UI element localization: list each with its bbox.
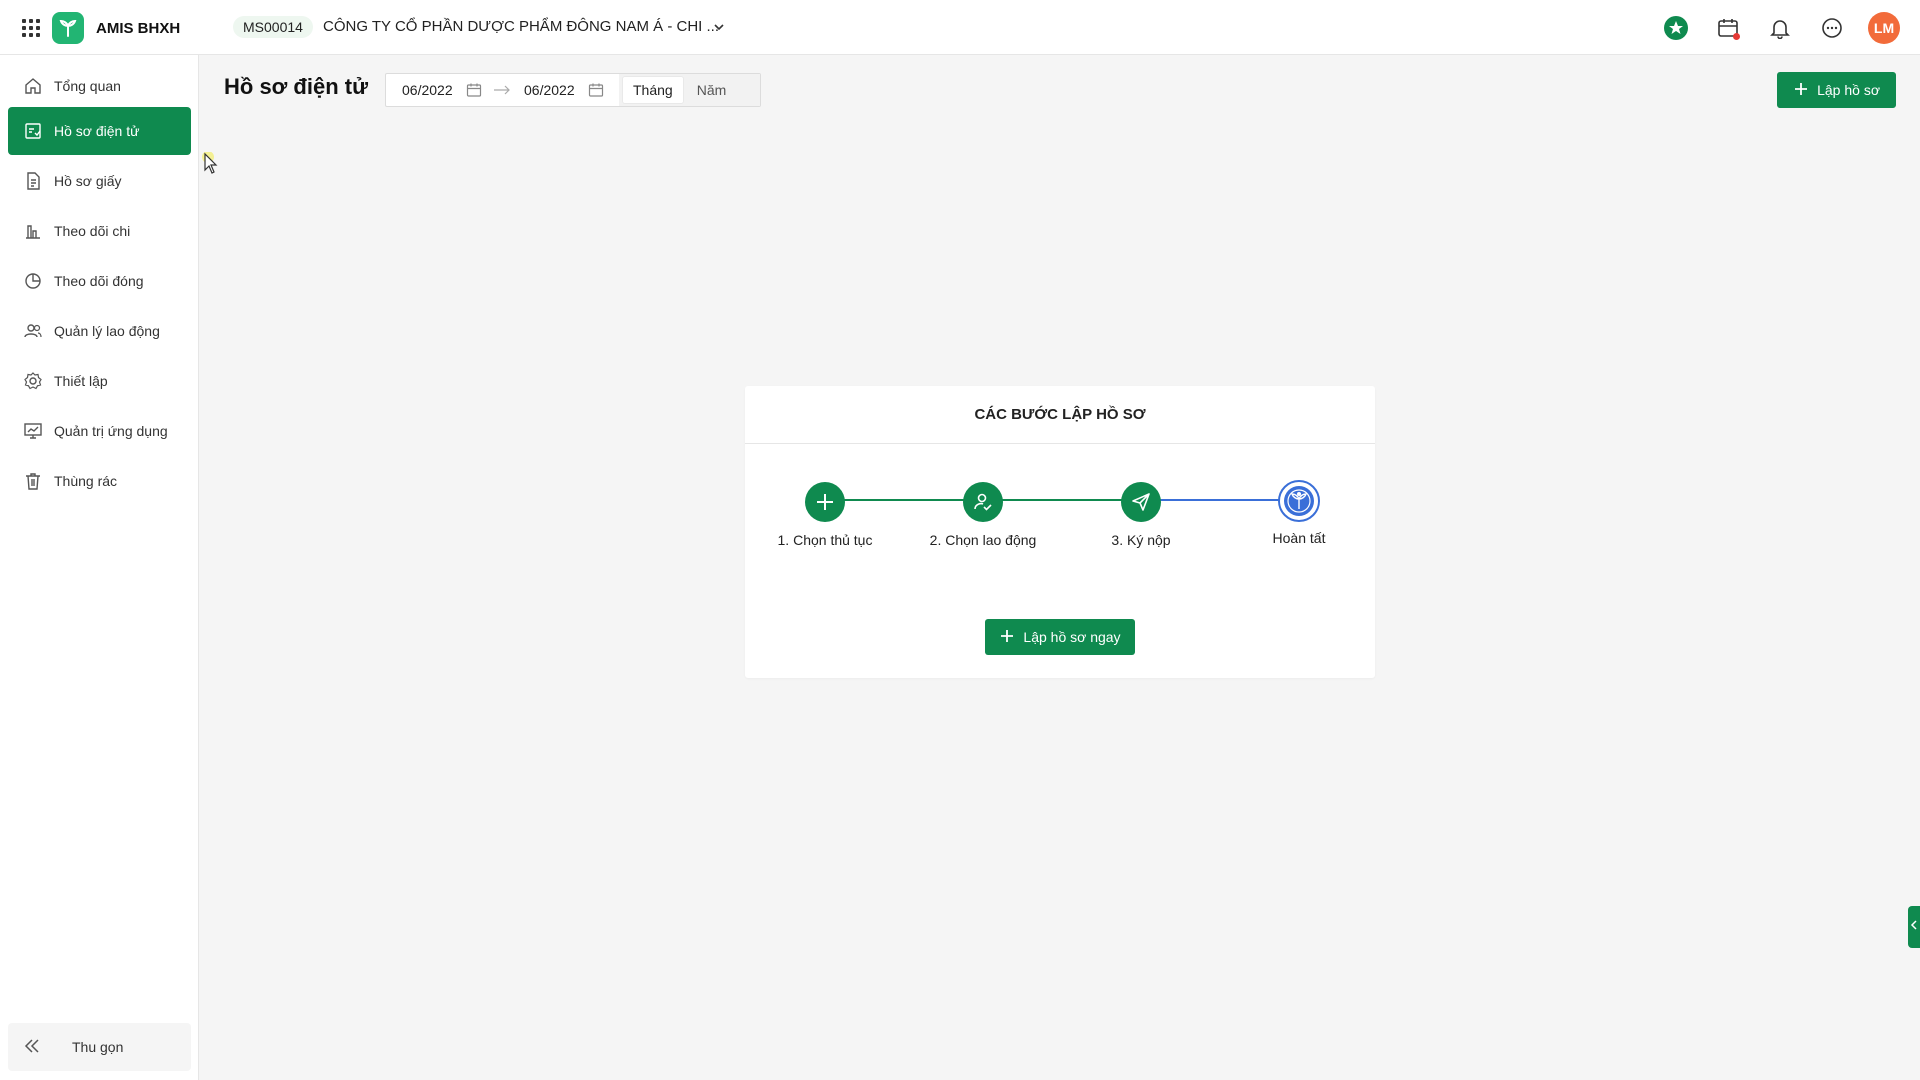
sidebar-item-quan-tri-ung-dung[interactable]: Quản trị ứng dụng <box>8 407 191 455</box>
date-to-input[interactable]: 06/2022 <box>524 82 575 98</box>
apps-grid-icon[interactable] <box>22 19 40 37</box>
monitor-chart-icon <box>22 420 44 442</box>
period-toggle: Tháng Năm <box>619 74 760 106</box>
pie-chart-icon <box>22 270 44 292</box>
step-label: 1. Chọn thủ tục <box>777 532 873 548</box>
top-bar: AMIS BHXH MS00014 CÔNG TY CỔ PHẦN DƯỢC P… <box>0 0 1920 55</box>
sidebar-item-label: Theo dõi chi <box>54 223 131 239</box>
sidebar-item-theo-doi-chi[interactable]: Theo dõi chi <box>8 207 191 255</box>
sidebar-item-label: Quản lý lao động <box>54 323 160 339</box>
collapse-sidebar-button[interactable]: Thu gọn <box>8 1023 191 1071</box>
paper-document-icon <box>22 170 44 192</box>
sidebar-item-ho-so-dien-tu[interactable]: Hồ sơ điện tử <box>8 107 191 155</box>
mouse-cursor-icon <box>202 151 222 181</box>
create-record-label: Lập hồ sơ <box>1817 82 1880 98</box>
step-complete: Hoàn tất <box>1234 480 1364 546</box>
plus-icon <box>999 628 1015 647</box>
calendar-icon[interactable] <box>1712 12 1744 44</box>
more-options-icon[interactable] <box>1816 12 1848 44</box>
user-avatar[interactable]: LM <box>1868 12 1900 44</box>
period-year-button[interactable]: Năm <box>687 77 737 103</box>
calendar-icon[interactable] <box>466 82 482 103</box>
home-icon <box>22 75 44 97</box>
sidebar: Tổng quan Hồ sơ điện tử Hồ sơ giấy Theo … <box>0 55 199 1080</box>
step-choose-employee: 2. Chọn lao động <box>918 482 1048 548</box>
company-name[interactable]: CÔNG TY CỔ PHẦN DƯỢC PHẨM ĐÔNG NAM Á - C… <box>323 18 719 35</box>
sidebar-item-label: Hồ sơ giấy <box>54 173 122 189</box>
create-now-button[interactable]: Lập hồ sơ ngay <box>985 619 1135 655</box>
sidebar-item-label: Thùng rác <box>54 473 118 489</box>
steps-card-title: CÁC BƯỚC LẬP HỒ SƠ <box>745 386 1375 444</box>
sidebar-item-quan-ly-lao-dong[interactable]: Quản lý lao động <box>8 307 191 355</box>
sidebar-item-label: Tổng quan <box>54 78 121 94</box>
chevron-down-icon[interactable] <box>712 20 726 39</box>
right-panel-toggle[interactable] <box>1908 906 1920 948</box>
sidebar-item-tong-quan[interactable]: Tổng quan <box>8 62 191 110</box>
send-icon <box>1121 482 1161 522</box>
step-label: 2. Chọn lao động <box>929 532 1037 548</box>
gear-icon <box>22 370 44 392</box>
sidebar-item-label: Theo dõi đóng <box>54 273 144 289</box>
sidebar-item-thung-rac[interactable]: Thùng rác <box>8 457 191 505</box>
user-check-icon <box>963 482 1003 522</box>
double-chevron-left-icon <box>22 1036 42 1059</box>
page-title: Hồ sơ điện tử <box>224 74 369 99</box>
step-label: Hoàn tất <box>1272 530 1326 546</box>
brand-logo-icon[interactable] <box>52 12 84 44</box>
brand-name: AMIS BHXH <box>96 20 181 37</box>
sidebar-item-label: Quản trị ứng dụng <box>54 423 168 439</box>
arrow-right-icon <box>493 82 511 103</box>
period-month-button[interactable]: Tháng <box>623 77 683 103</box>
bar-chart-icon <box>22 220 44 242</box>
sidebar-item-label: Thiết lập <box>54 373 108 389</box>
plus-icon <box>1793 81 1809 100</box>
step-choose-procedure: 1. Chọn thủ tục <box>760 482 890 548</box>
sidebar-item-ho-so-giay[interactable]: Hồ sơ giấy <box>8 157 191 205</box>
chevron-left-icon <box>1910 918 1918 936</box>
bhxh-logo-icon <box>1278 480 1320 522</box>
date-range-picker[interactable]: 06/2022 06/2022 Tháng Năm <box>385 73 761 107</box>
sidebar-item-theo-doi-dong[interactable]: Theo dõi đóng <box>8 257 191 305</box>
edocument-icon <box>22 120 44 142</box>
trash-icon <box>22 470 44 492</box>
create-now-label: Lập hồ sơ ngay <box>1023 629 1121 645</box>
step-sign-submit: 3. Ký nộp <box>1076 482 1206 548</box>
notification-dot <box>1733 33 1740 40</box>
star-badge-icon[interactable] <box>1660 12 1692 44</box>
bell-icon[interactable] <box>1764 12 1796 44</box>
plus-icon <box>805 482 845 522</box>
step-label: 3. Ký nộp <box>1111 532 1171 548</box>
calendar-icon[interactable] <box>588 82 604 103</box>
steps-card: CÁC BƯỚC LẬP HỒ SƠ 1. Chọn thủ tục 2. Ch… <box>745 386 1375 678</box>
sidebar-item-thiet-lap[interactable]: Thiết lập <box>8 357 191 405</box>
date-from-input[interactable]: 06/2022 <box>402 82 453 98</box>
create-record-button[interactable]: Lập hồ sơ <box>1777 72 1896 108</box>
steps-progress: 1. Chọn thủ tục 2. Chọn lao động 3. Ký n… <box>745 480 1375 552</box>
company-code-badge[interactable]: MS00014 <box>233 16 313 38</box>
collapse-label: Thu gọn <box>72 1039 124 1055</box>
users-icon <box>22 320 44 342</box>
sidebar-item-label: Hồ sơ điện tử <box>54 123 140 139</box>
